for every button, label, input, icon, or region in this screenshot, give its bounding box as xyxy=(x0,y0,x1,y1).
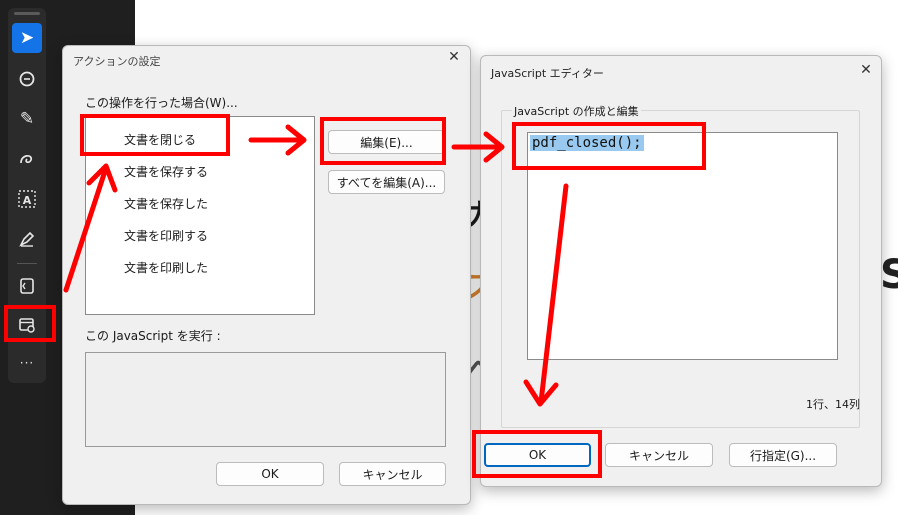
annotation-arrow xyxy=(63,165,109,293)
annotation-arrows xyxy=(63,124,569,407)
annotation-arrow xyxy=(538,183,569,405)
